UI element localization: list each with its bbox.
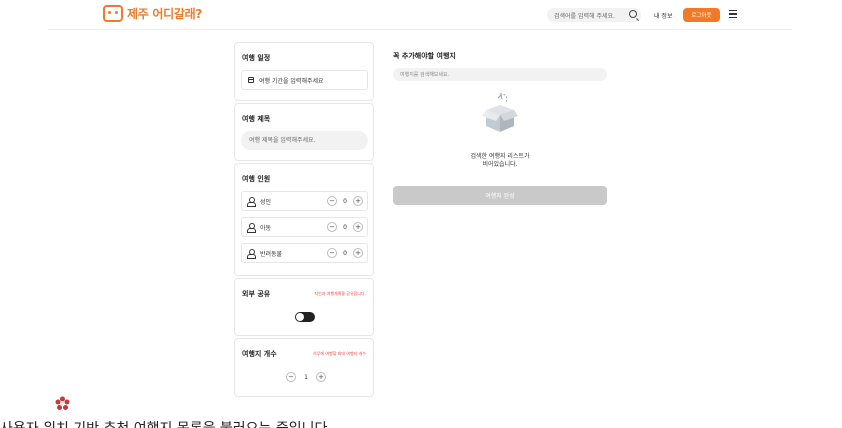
share-title: 외부 공유 xyxy=(242,290,271,298)
people-title: 여행 인원 xyxy=(242,175,271,183)
empty-line-2: 비어있습니다. xyxy=(482,161,518,168)
share-note: 지인과 여행계획을 공유합니다. xyxy=(314,291,366,296)
logo-text: 제주 어디갈래? xyxy=(127,7,202,21)
place-count-value: 1 xyxy=(304,373,308,381)
decrement-button[interactable]: − xyxy=(327,222,337,232)
empty-line-1: 검색한 여행지 리스트가 xyxy=(470,153,530,160)
trip-title-card: 여행 제목 xyxy=(234,103,374,161)
people-row-label: 성인 xyxy=(260,198,272,206)
logout-button[interactable]: 로그아웃 xyxy=(683,8,720,22)
people-row-label: 반려동물 xyxy=(260,250,283,258)
schedule-card: 여행 일정 여행 기간을 입력해주세요 xyxy=(234,42,374,101)
calendar-icon xyxy=(248,77,254,83)
decrement-button[interactable]: − xyxy=(327,196,337,206)
empty-list-message: 검색한 여행지 리스트가 비어있습니다. xyxy=(440,153,560,169)
adult-stepper: − 0 + xyxy=(327,196,363,206)
trip-title-label: 여행 제목 xyxy=(242,115,271,123)
date-range-picker[interactable]: 여행 기간을 입력해주세요 xyxy=(241,70,368,90)
increment-button[interactable]: + xyxy=(353,248,363,258)
person-icon xyxy=(247,223,256,233)
trip-title-input[interactable] xyxy=(241,131,368,150)
people-row-pet: 반려동물 − 0 + xyxy=(241,243,368,263)
decrement-button[interactable]: − xyxy=(327,248,337,258)
increment-button[interactable]: + xyxy=(353,196,363,206)
pet-icon xyxy=(247,249,256,259)
header-search-input[interactable]: 검색어를 입력해 주세요. xyxy=(554,11,641,20)
logo-icon xyxy=(103,5,123,22)
header-search[interactable]: 검색어를 입력해 주세요. xyxy=(547,8,641,22)
share-toggle[interactable] xyxy=(295,312,315,322)
share-card: 외부 공유 지인과 여행계획을 공유합니다. xyxy=(234,278,374,336)
pet-stepper: − 0 + xyxy=(327,248,363,258)
place-count-card: 여행지 개수 하루에 여행할 최대 여행지 개수 − 1 + xyxy=(234,338,374,397)
place-search-input[interactable] xyxy=(393,68,607,81)
increment-button[interactable]: + xyxy=(353,222,363,232)
people-row-adult: 성인 − 0 + xyxy=(241,191,368,211)
adult-count: 0 xyxy=(343,197,347,205)
empty-box-icon xyxy=(482,93,518,132)
person-icon xyxy=(247,197,256,207)
date-range-text: 여행 기간을 입력해주세요 xyxy=(259,77,324,85)
place-count-stepper: − 1 + xyxy=(286,372,326,382)
people-row-child: 아동 − 0 + xyxy=(241,217,368,237)
flower-icon xyxy=(55,396,70,410)
child-stepper: − 0 + xyxy=(327,222,363,232)
place-count-note: 하루에 여행할 최대 여행지 개수 xyxy=(313,351,366,356)
child-count: 0 xyxy=(343,223,347,231)
must-visit-title: 꼭 추가해야할 여행지 xyxy=(393,52,456,60)
people-row-label: 아동 xyxy=(260,224,272,232)
header-divider xyxy=(48,29,792,30)
toggle-knob xyxy=(296,313,304,321)
logo[interactable]: 제주 어디갈래? xyxy=(103,5,202,22)
loading-status-text: 사용자 위치 기반 추천 여행지 목록을 불러오는 중입니다 xyxy=(0,418,327,428)
search-icon[interactable] xyxy=(629,10,637,18)
schedule-title: 여행 일정 xyxy=(242,54,271,62)
my-info-link[interactable]: 내 정보 xyxy=(654,11,672,20)
place-count-title: 여행지 개수 xyxy=(242,350,277,358)
decrement-button[interactable]: − xyxy=(286,372,296,382)
hamburger-menu-icon[interactable] xyxy=(729,10,737,18)
people-card: 여행 인원 성인 − 0 + 아동 − 0 + 반려동물 − 0 + xyxy=(234,163,374,276)
increment-button[interactable]: + xyxy=(316,372,326,382)
top-header: 제주 어디갈래? 검색어를 입력해 주세요. 내 정보 로그아웃 xyxy=(0,0,842,30)
pet-count: 0 xyxy=(343,249,347,257)
complete-trip-button[interactable]: 여행지 완성 xyxy=(393,186,607,205)
